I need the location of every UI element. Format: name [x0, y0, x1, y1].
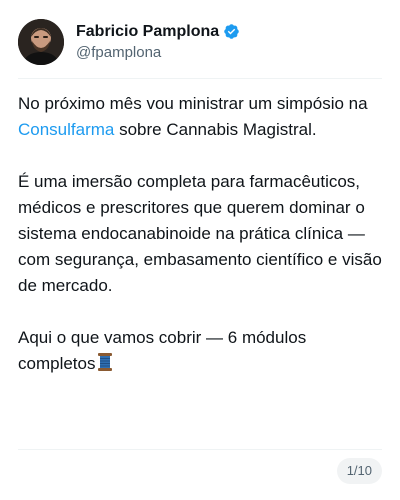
- p3-text: Aqui o que vamos cobrir — 6 módulos comp…: [18, 328, 307, 373]
- avatar-photo: [18, 19, 64, 65]
- post-body: No próximo mês vou ministrar um simpósio…: [18, 91, 384, 377]
- consulfarma-link[interactable]: Consulfarma: [18, 120, 114, 139]
- author-handle[interactable]: @fpamplona: [76, 43, 240, 63]
- thread-spool-icon: [97, 352, 113, 372]
- post-header: Fabricio Pamplona @fpamplona: [18, 18, 240, 66]
- post-card: Fabricio Pamplona @fpamplona No próximo …: [0, 0, 400, 500]
- post-paragraph-3: Aqui o que vamos cobrir — 6 módulos comp…: [18, 325, 384, 377]
- post-paragraph-1: No próximo mês vou ministrar um simpósio…: [18, 91, 384, 143]
- display-name[interactable]: Fabricio Pamplona: [76, 22, 219, 42]
- p1-text-before: No próximo mês vou ministrar um simpósio…: [18, 94, 368, 113]
- name-row: Fabricio Pamplona: [76, 22, 240, 42]
- verified-badge-icon: [223, 23, 240, 40]
- avatar[interactable]: [18, 19, 64, 65]
- author-names: Fabricio Pamplona @fpamplona: [76, 22, 240, 63]
- footer-divider: [18, 449, 382, 450]
- thread-pager-badge: 1/10: [336, 458, 382, 484]
- p1-text-after: sobre Cannabis Magistral.: [114, 120, 317, 139]
- post-paragraph-2: É uma imersão completa para farmacêutico…: [18, 172, 382, 295]
- header-divider: [18, 78, 382, 79]
